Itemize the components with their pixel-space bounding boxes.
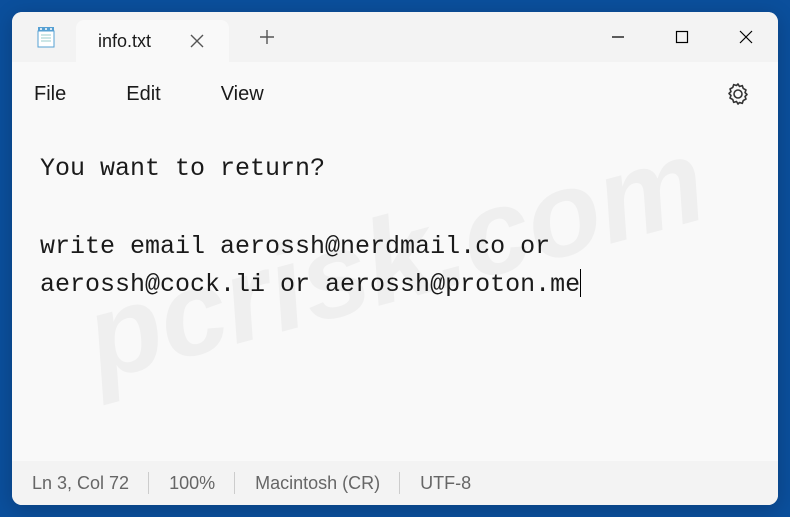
text-caret — [580, 269, 581, 297]
menu-view[interactable]: View — [221, 83, 264, 106]
text-line-1: You want to return? — [40, 154, 325, 183]
status-zoom[interactable]: 100% — [149, 473, 235, 494]
gear-icon — [726, 82, 750, 106]
new-tab-button[interactable] — [245, 15, 289, 59]
notepad-window: pcrisk.com info.txt File — [12, 12, 778, 505]
text-line-2: write email aerossh@nerdmail.co or aeros… — [40, 232, 580, 300]
tab-title: info.txt — [98, 31, 151, 52]
status-cursor-position[interactable]: Ln 3, Col 72 — [24, 473, 149, 494]
menu-edit[interactable]: Edit — [126, 83, 160, 106]
status-encoding[interactable]: UTF-8 — [400, 473, 491, 494]
window-controls — [586, 12, 778, 62]
close-tab-button[interactable] — [183, 27, 211, 55]
menubar: File Edit View — [12, 62, 778, 126]
titlebar: info.txt — [12, 12, 778, 62]
statusbar: Ln 3, Col 72 100% Macintosh (CR) UTF-8 — [12, 461, 778, 505]
text-editor-area[interactable]: You want to return? write email aerossh@… — [12, 126, 778, 461]
menu-file[interactable]: File — [34, 83, 66, 106]
minimize-button[interactable] — [586, 12, 650, 62]
settings-button[interactable] — [720, 76, 756, 112]
maximize-button[interactable] — [650, 12, 714, 62]
status-eol[interactable]: Macintosh (CR) — [235, 473, 400, 494]
notepad-icon — [34, 25, 58, 49]
close-window-button[interactable] — [714, 12, 778, 62]
tab-active[interactable]: info.txt — [76, 20, 229, 62]
